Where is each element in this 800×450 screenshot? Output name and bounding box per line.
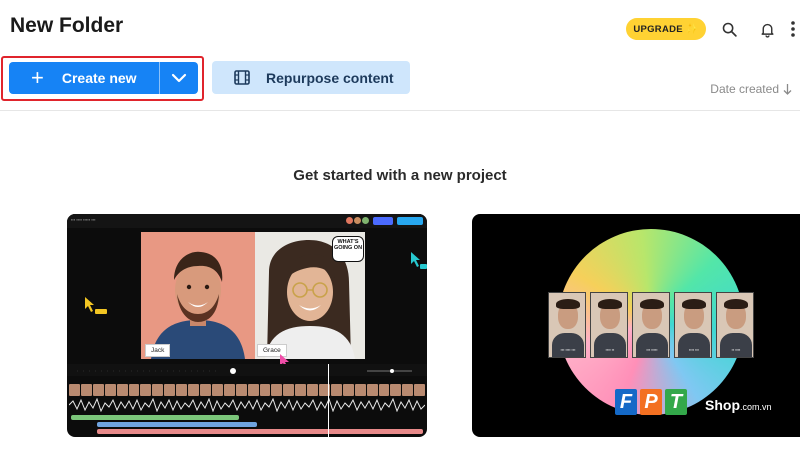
audio-waveform: [69, 398, 425, 412]
bell-icon: [760, 23, 774, 38]
create-new-label: Create new: [61, 70, 137, 86]
cursor-yellow-icon: [85, 297, 107, 314]
clip-thumbnail: ▪▪▪▪ ▪▪: [590, 292, 628, 358]
more-icon: [791, 21, 795, 37]
track-blue: [97, 422, 257, 427]
timeline-controls: [67, 364, 427, 376]
header-divider: [0, 110, 800, 111]
chevron-down-icon: [171, 73, 187, 83]
sparkle-icon: ✨: [685, 23, 699, 35]
film-icon: [234, 70, 250, 85]
video-tile-left: Jack: [141, 232, 255, 359]
clip-thumbnails: ▪▪▪ ▪▪▪▪ ▪▪▪ ▪▪▪▪ ▪▪ ▪▪▪ ▪▪▪▪▪ ▪▪▪▪ ▪▪▪ …: [548, 292, 754, 358]
fpt-shop-text: Shop.com.vn: [705, 397, 772, 413]
editor-export-button: [397, 217, 423, 225]
cursor-teal-icon: [411, 252, 427, 269]
track-green: [71, 415, 239, 420]
fpt-letter-t: T: [665, 389, 687, 415]
get-started-heading: Get started with a new project: [293, 167, 507, 184]
track-pink: [97, 429, 423, 434]
template-card-editor[interactable]: ▪▪▪ ▪▪▪▪ ▪▪▪▪▪ ▪▪▪ Jack Grace WHAT'S GOI…: [67, 214, 427, 437]
sort-label: Date created: [710, 82, 779, 96]
editor-share-button: [373, 217, 393, 225]
playhead: [328, 364, 329, 437]
create-new-dropdown[interactable]: [160, 62, 198, 94]
page-title: New Folder: [10, 14, 124, 37]
search-button[interactable]: [716, 16, 742, 42]
plus-icon: +: [31, 65, 44, 90]
editor-topbar: ▪▪▪ ▪▪▪▪ ▪▪▪▪▪ ▪▪▪: [67, 214, 427, 228]
fpt-logo: F P T: [615, 389, 687, 415]
more-menu-button[interactable]: [786, 16, 800, 42]
upgrade-label: UPGRADE: [633, 23, 683, 35]
speech-bubble: WHAT'S GOING ON: [332, 236, 364, 262]
editor-breadcrumb: ▪▪▪ ▪▪▪▪ ▪▪▪▪▪ ▪▪▪: [71, 217, 96, 222]
repurpose-content-label: Repurpose content: [266, 69, 394, 86]
clip-thumbnail: ▪▪▪ ▪▪▪▪▪: [632, 292, 670, 358]
fpt-letter-f: F: [615, 389, 637, 415]
name-tag-left: Jack: [145, 344, 171, 357]
shop-label: Shop: [705, 397, 740, 413]
create-new-main[interactable]: + Create new: [9, 62, 159, 94]
shop-domain: .com.vn: [740, 402, 772, 412]
clip-thumbnail: ▪▪ ▪▪▪▪: [716, 292, 754, 358]
timeline-thumbnails: [69, 384, 426, 396]
man-portrait-icon: [151, 251, 245, 359]
arrow-down-icon: [783, 84, 792, 95]
fpt-letter-p: P: [640, 389, 662, 415]
notifications-button[interactable]: [754, 16, 780, 42]
collaborator-avatars: [346, 217, 369, 224]
sort-dropdown[interactable]: Date created: [710, 82, 792, 96]
create-new-button[interactable]: + Create new: [9, 62, 198, 94]
clip-thumbnail: ▪▪▪▪ ▪▪▪: [674, 292, 712, 358]
upgrade-button[interactable]: UPGRADE ✨: [626, 18, 706, 40]
clip-thumbnail: ▪▪▪ ▪▪▪▪ ▪▪▪: [548, 292, 586, 358]
search-icon: [722, 22, 737, 37]
repurpose-content-button[interactable]: Repurpose content: [212, 61, 410, 94]
